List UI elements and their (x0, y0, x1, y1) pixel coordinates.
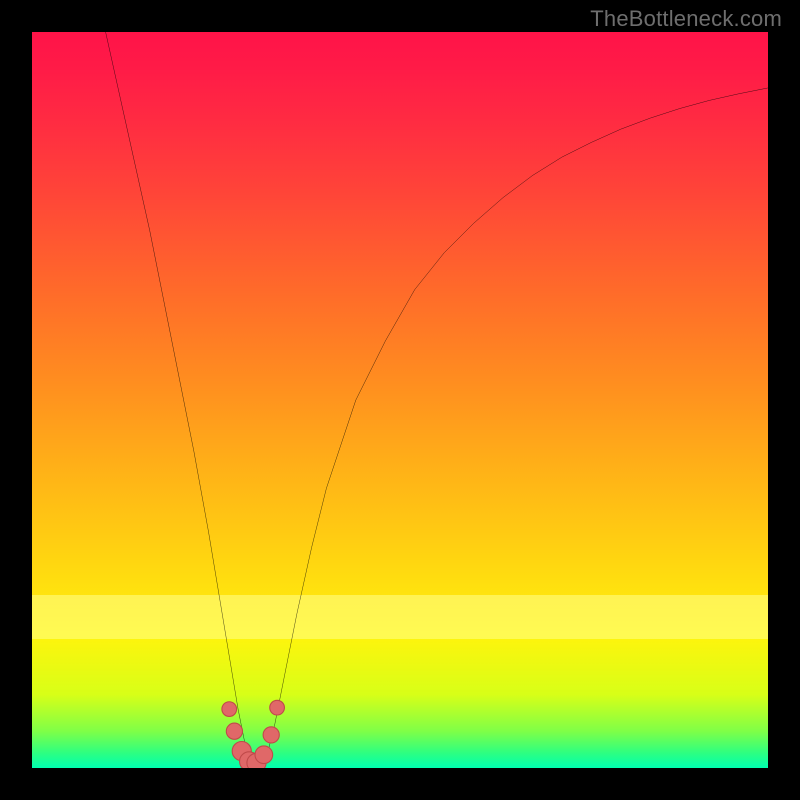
trough-marker (255, 746, 273, 764)
trough-marker (226, 723, 242, 739)
curve-layer (32, 32, 768, 768)
trough-marker (270, 700, 285, 715)
chart-frame: TheBottleneck.com (0, 0, 800, 800)
trough-marker (263, 727, 279, 743)
trough-marker (222, 702, 237, 717)
watermark-text: TheBottleneck.com (590, 6, 782, 32)
plot-area (32, 32, 768, 768)
bottleneck-curve (106, 32, 768, 764)
trough-markers (222, 700, 285, 768)
